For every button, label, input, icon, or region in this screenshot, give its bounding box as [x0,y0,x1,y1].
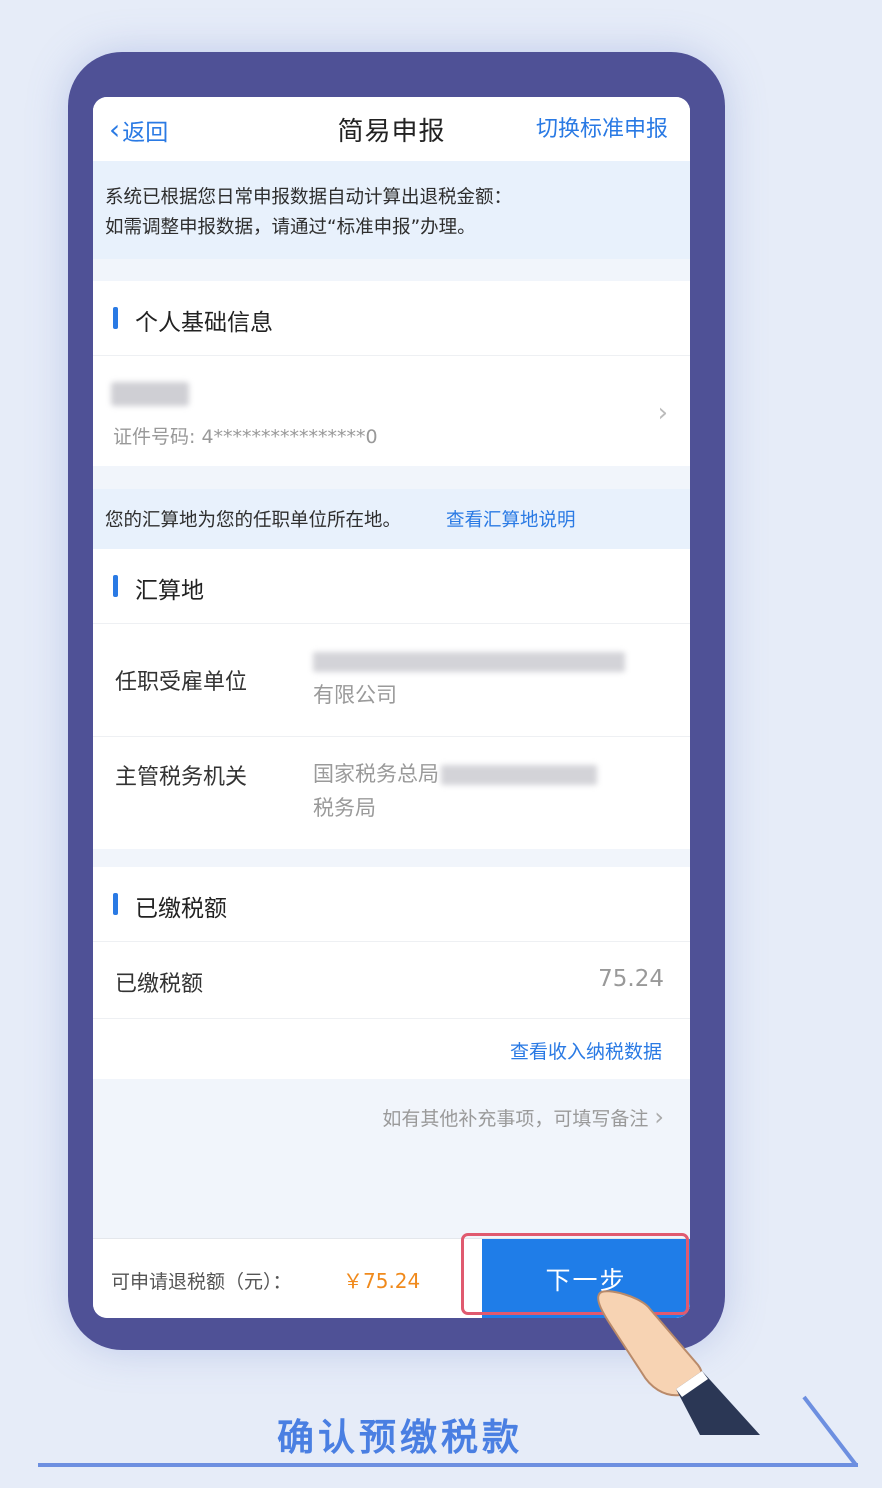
notice-banner: 系统已根据您日常申报数据自动计算出退税金额： 如需调整申报数据，请通过“标准申报… [93,161,690,259]
settlement-explanation-link[interactable]: 查看汇算地说明 [446,506,576,532]
nav-bar: ‹ 返回 简易申报 切换标准申报 [93,97,690,161]
section-title: 汇算地 [135,578,204,604]
id-number: 证件号码: 4****************0 [113,426,378,448]
tax-office-label: 主管税务机关 [115,765,248,790]
remark-text: 如有其他补充事项，可填写备注 [382,1108,649,1130]
remark-link[interactable]: 如有其他补充事项，可填写备注 › [382,1103,664,1131]
caption-underline [38,1463,858,1467]
section-marker [113,575,118,597]
blurred-employer [313,652,625,672]
refund-label: 可申请退税额（元）： [111,1271,292,1293]
tax-office-prefix: 国家税务总局 [313,762,439,786]
switch-standard-button[interactable]: 切换标准申报 [536,111,668,143]
personal-info-card: 个人基础信息 证件号码: 4****************0 › [93,281,690,466]
employer-label: 任职受雇单位 [115,670,248,695]
section-title: 个人基础信息 [135,310,273,336]
paid-tax-row: 已缴税额 75.24 [93,941,690,1018]
section-header-paid: 已缴税额 [93,867,690,941]
blurred-tax-office [441,765,597,785]
section-marker [113,307,118,329]
blurred-name [111,382,189,406]
settlement-card: 汇算地 任职受雇单位 有限公司 主管税务机关 国家税务总局 税务局 [93,549,690,849]
settlement-tip-text: 您的汇算地为您的任职单位所在地。 [105,510,402,531]
tax-office-row: 主管税务机关 国家税务总局 税务局 [93,736,690,849]
income-data-row: 查看收入纳税数据 [93,1018,690,1079]
section-marker [113,893,118,915]
chevron-right-icon: › [657,398,668,428]
employer-row: 任职受雇单位 有限公司 [93,623,690,736]
settlement-tip: 您的汇算地为您的任职单位所在地。 查看汇算地说明 [93,489,690,549]
employer-suffix: 有限公司 [313,683,397,707]
tax-office-suffix: 税务局 [313,796,376,820]
view-income-tax-data-link[interactable]: 查看收入纳税数据 [510,1037,662,1064]
caption: 确认预缴税款 [277,1416,523,1459]
paid-tax-label: 已缴税额 [115,972,204,997]
app-screen: ‹ 返回 简易申报 切换标准申报 系统已根据您日常申报数据自动计算出退税金额： … [93,97,690,1318]
employer-value: 有限公司 [313,644,625,712]
notice-line-1: 系统已根据您日常申报数据自动计算出退税金额： [105,187,513,208]
corner-decoration [802,1395,858,1467]
section-title: 已缴税额 [135,896,227,922]
personal-info-row[interactable]: 证件号码: 4****************0 › [93,355,690,466]
paid-tax-value: 75.24 [598,966,664,992]
section-header-settlement: 汇算地 [93,549,690,623]
refund-amount: ￥75.24 [343,1269,421,1293]
notice-line-2: 如需调整申报数据，请通过“标准申报”办理。 [105,217,476,238]
section-header-personal: 个人基础信息 [93,281,690,355]
chevron-right-icon: › [654,1103,664,1131]
tax-office-value: 国家税务总局 税务局 [313,757,597,825]
paid-tax-card: 已缴税额 已缴税额 75.24 查看收入纳税数据 [93,867,690,1079]
